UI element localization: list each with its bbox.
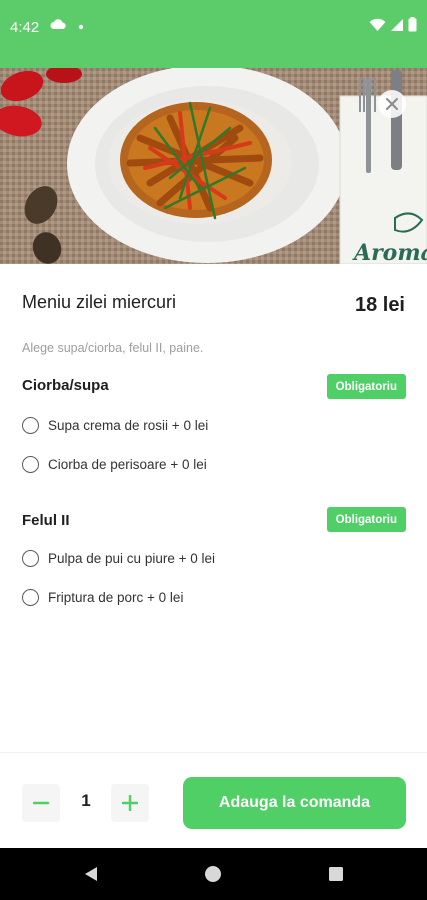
decrease-quantity-button[interactable] (22, 784, 60, 822)
status-time: 4:42 (10, 19, 40, 36)
option-label: Friptura de porc + 0 lei (48, 590, 184, 605)
option-label: Ciorba de perisoare + 0 lei (48, 457, 207, 472)
home-button[interactable] (201, 862, 225, 886)
group-title-felul-ii: Felul II (22, 512, 70, 529)
plus-icon (122, 795, 138, 811)
status-right-icons (369, 17, 417, 37)
dot-icon (78, 17, 84, 35)
group-title-ciorba: Ciorba/supa (22, 377, 109, 394)
close-icon (386, 98, 398, 110)
recents-icon (329, 867, 343, 881)
minus-icon (33, 801, 49, 805)
battery-icon (408, 17, 417, 37)
hero-image: Aroma (0, 68, 427, 264)
navigation-bar (0, 848, 427, 900)
status-left-icons (50, 17, 84, 35)
option-pulpa-pui[interactable]: Pulpa de pui cu piure + 0 lei (22, 550, 215, 567)
order-bar: 1 Adauga la comanda (0, 752, 427, 848)
dish-description: Alege supa/ciorba, felul II, paine. (22, 341, 204, 355)
back-button[interactable] (79, 862, 103, 886)
close-button[interactable] (378, 90, 406, 118)
option-label: Pulpa de pui cu piure + 0 lei (48, 551, 215, 566)
dish-title: Meniu zilei miercuri (22, 292, 177, 312)
back-icon (85, 867, 97, 881)
aroma-logo: Aroma (352, 240, 427, 264)
increase-quantity-button[interactable] (111, 784, 149, 822)
radio-button[interactable] (22, 589, 39, 606)
status-bar: 4:42 (0, 0, 427, 68)
option-ciorba-perisoare[interactable]: Ciorba de perisoare + 0 lei (22, 456, 207, 473)
option-friptura-porc[interactable]: Friptura de porc + 0 lei (22, 589, 183, 606)
dish-price: 18 lei (354, 294, 405, 316)
required-badge: Obligatoriu (326, 374, 406, 399)
home-icon (205, 866, 221, 882)
radio-button[interactable] (22, 550, 39, 567)
quantity-value: 1 (81, 791, 91, 810)
recents-button[interactable] (324, 862, 348, 886)
add-to-order-button[interactable]: Adauga la comanda (183, 777, 406, 829)
option-label: Supa crema de rosii + 0 lei (48, 418, 209, 433)
cloud-icon (50, 17, 66, 35)
signal-icon (390, 18, 404, 37)
option-supa-crema-rosii[interactable]: Supa crema de rosii + 0 lei (22, 417, 208, 434)
radio-button[interactable] (22, 417, 39, 434)
required-badge: Obligatoriu (326, 507, 406, 532)
wifi-icon (369, 18, 386, 37)
food-photo: Aroma (0, 68, 427, 264)
radio-button[interactable] (22, 456, 39, 473)
